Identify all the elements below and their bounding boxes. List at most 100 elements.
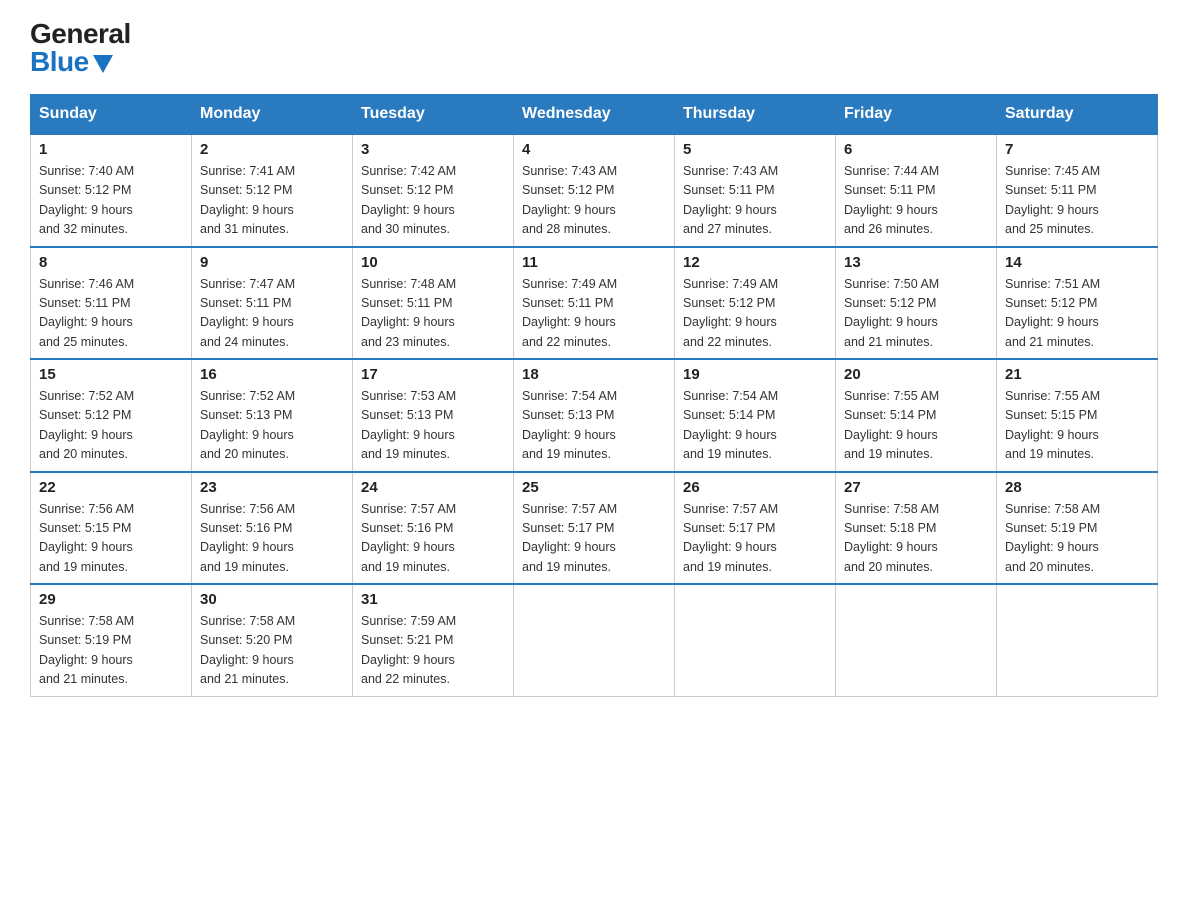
calendar-cell: 24 Sunrise: 7:57 AMSunset: 5:16 PMDayligh… [353,472,514,585]
day-info: Sunrise: 7:58 AMSunset: 5:19 PMDaylight:… [39,612,183,690]
day-info: Sunrise: 7:42 AMSunset: 5:12 PMDaylight:… [361,162,505,240]
day-number: 4 [522,141,666,158]
calendar-cell: 26 Sunrise: 7:57 AMSunset: 5:17 PMDayligh… [675,472,836,585]
day-number: 26 [683,479,827,496]
day-info: Sunrise: 7:53 AMSunset: 5:13 PMDaylight:… [361,387,505,465]
day-number: 6 [844,141,988,158]
calendar-cell: 5Sunrise: 7:43 AMSunset: 5:11 PMDaylight… [675,134,836,247]
calendar-cell: 23Sunrise: 7:56 AMSunset: 5:16 PMDayligh… [192,472,353,585]
day-number: 2 [200,141,344,158]
day-info: Sunrise: 7:54 AMSunset: 5:13 PMDaylight:… [522,387,666,465]
logo-blue-text: Blue [30,48,113,76]
calendar-cell: 8 Sunrise: 7:46 AMSunset: 5:11 PMDaylight… [31,247,192,360]
calendar-cell [514,584,675,696]
weekday-header-wednesday: Wednesday [514,95,675,135]
logo-triangle-icon [93,55,113,73]
weekday-header-friday: Friday [836,95,997,135]
calendar-cell: 11 Sunrise: 7:49 AMSunset: 5:11 PMDayligh… [514,247,675,360]
calendar-cell: 9 Sunrise: 7:47 AMSunset: 5:11 PMDaylight… [192,247,353,360]
day-info: Sunrise: 7:57 AMSunset: 5:16 PMDaylight:… [361,500,505,578]
logo-general-text: General [30,20,131,48]
day-number: 27 [844,479,988,496]
day-info: Sunrise: 7:49 AMSunset: 5:11 PMDaylight:… [522,275,666,353]
calendar-cell: 25 Sunrise: 7:57 AMSunset: 5:17 PMDayligh… [514,472,675,585]
day-info: Sunrise: 7:41 AMSunset: 5:12 PMDaylight:… [200,162,344,240]
calendar-cell: 12Sunrise: 7:49 AMSunset: 5:12 PMDayligh… [675,247,836,360]
day-number: 10 [361,254,505,271]
day-number: 31 [361,591,505,608]
day-number: 1 [39,141,183,158]
calendar-cell: 3 Sunrise: 7:42 AMSunset: 5:12 PMDaylight… [353,134,514,247]
day-number: 29 [39,591,183,608]
weekday-header-sunday: Sunday [31,95,192,135]
day-number: 14 [1005,254,1149,271]
day-info: Sunrise: 7:58 AMSunset: 5:20 PMDaylight:… [200,612,344,690]
day-info: Sunrise: 7:45 AMSunset: 5:11 PMDaylight:… [1005,162,1149,240]
calendar-cell: 31 Sunrise: 7:59 AMSunset: 5:21 PMDayligh… [353,584,514,696]
week-row-2: 8 Sunrise: 7:46 AMSunset: 5:11 PMDaylight… [31,247,1158,360]
calendar-cell: 27 Sunrise: 7:58 AMSunset: 5:18 PMDayligh… [836,472,997,585]
day-number: 11 [522,254,666,271]
calendar-cell: 10Sunrise: 7:48 AMSunset: 5:11 PMDayligh… [353,247,514,360]
day-number: 20 [844,366,988,383]
day-number: 19 [683,366,827,383]
day-info: Sunrise: 7:44 AMSunset: 5:11 PMDaylight:… [844,162,988,240]
day-info: Sunrise: 7:54 AMSunset: 5:14 PMDaylight:… [683,387,827,465]
calendar-cell: 4 Sunrise: 7:43 AMSunset: 5:12 PMDaylight… [514,134,675,247]
calendar-cell: 28 Sunrise: 7:58 AMSunset: 5:19 PMDayligh… [997,472,1158,585]
calendar-cell: 20 Sunrise: 7:55 AMSunset: 5:14 PMDayligh… [836,359,997,472]
day-number: 3 [361,141,505,158]
day-info: Sunrise: 7:43 AMSunset: 5:12 PMDaylight:… [522,162,666,240]
week-row-5: 29 Sunrise: 7:58 AMSunset: 5:19 PMDayligh… [31,584,1158,696]
week-row-4: 22Sunrise: 7:56 AMSunset: 5:15 PMDayligh… [31,472,1158,585]
day-number: 17 [361,366,505,383]
day-info: Sunrise: 7:46 AMSunset: 5:11 PMDaylight:… [39,275,183,353]
calendar-cell: 29 Sunrise: 7:58 AMSunset: 5:19 PMDayligh… [31,584,192,696]
calendar-cell [997,584,1158,696]
day-number: 15 [39,366,183,383]
calendar-cell: 30 Sunrise: 7:58 AMSunset: 5:20 PMDayligh… [192,584,353,696]
calendar-cell: 18Sunrise: 7:54 AMSunset: 5:13 PMDayligh… [514,359,675,472]
weekday-header-saturday: Saturday [997,95,1158,135]
calendar-cell: 16Sunrise: 7:52 AMSunset: 5:13 PMDayligh… [192,359,353,472]
day-number: 24 [361,479,505,496]
day-number: 28 [1005,479,1149,496]
week-row-3: 15 Sunrise: 7:52 AMSunset: 5:12 PMDayligh… [31,359,1158,472]
calendar-cell: 22Sunrise: 7:56 AMSunset: 5:15 PMDayligh… [31,472,192,585]
day-number: 30 [200,591,344,608]
day-info: Sunrise: 7:52 AMSunset: 5:12 PMDaylight:… [39,387,183,465]
day-info: Sunrise: 7:55 AMSunset: 5:15 PMDaylight:… [1005,387,1149,465]
calendar-cell: 14 Sunrise: 7:51 AMSunset: 5:12 PMDayligh… [997,247,1158,360]
day-info: Sunrise: 7:51 AMSunset: 5:12 PMDaylight:… [1005,275,1149,353]
day-info: Sunrise: 7:43 AMSunset: 5:11 PMDaylight:… [683,162,827,240]
page-header: General Blue [30,20,1158,76]
calendar-cell: 15 Sunrise: 7:52 AMSunset: 5:12 PMDayligh… [31,359,192,472]
weekday-header-monday: Monday [192,95,353,135]
calendar-cell: 2 Sunrise: 7:41 AMSunset: 5:12 PMDaylight… [192,134,353,247]
logo: General Blue [30,20,131,76]
weekday-header-thursday: Thursday [675,95,836,135]
day-info: Sunrise: 7:58 AMSunset: 5:18 PMDaylight:… [844,500,988,578]
calendar-cell: 1Sunrise: 7:40 AMSunset: 5:12 PMDaylight… [31,134,192,247]
calendar-cell [836,584,997,696]
day-info: Sunrise: 7:56 AMSunset: 5:16 PMDaylight:… [200,500,344,578]
weekday-header-row: SundayMondayTuesdayWednesdayThursdayFrid… [31,95,1158,135]
calendar-cell: 7 Sunrise: 7:45 AMSunset: 5:11 PMDaylight… [997,134,1158,247]
calendar-cell: 13Sunrise: 7:50 AMSunset: 5:12 PMDayligh… [836,247,997,360]
day-info: Sunrise: 7:57 AMSunset: 5:17 PMDaylight:… [683,500,827,578]
calendar-cell: 17 Sunrise: 7:53 AMSunset: 5:13 PMDayligh… [353,359,514,472]
day-number: 8 [39,254,183,271]
weekday-header-tuesday: Tuesday [353,95,514,135]
day-number: 21 [1005,366,1149,383]
day-info: Sunrise: 7:47 AMSunset: 5:11 PMDaylight:… [200,275,344,353]
day-info: Sunrise: 7:57 AMSunset: 5:17 PMDaylight:… [522,500,666,578]
day-info: Sunrise: 7:50 AMSunset: 5:12 PMDaylight:… [844,275,988,353]
day-number: 7 [1005,141,1149,158]
day-info: Sunrise: 7:55 AMSunset: 5:14 PMDaylight:… [844,387,988,465]
calendar-cell: 21 Sunrise: 7:55 AMSunset: 5:15 PMDayligh… [997,359,1158,472]
day-number: 9 [200,254,344,271]
calendar-cell [675,584,836,696]
day-info: Sunrise: 7:59 AMSunset: 5:21 PMDaylight:… [361,612,505,690]
day-info: Sunrise: 7:58 AMSunset: 5:19 PMDaylight:… [1005,500,1149,578]
day-number: 25 [522,479,666,496]
